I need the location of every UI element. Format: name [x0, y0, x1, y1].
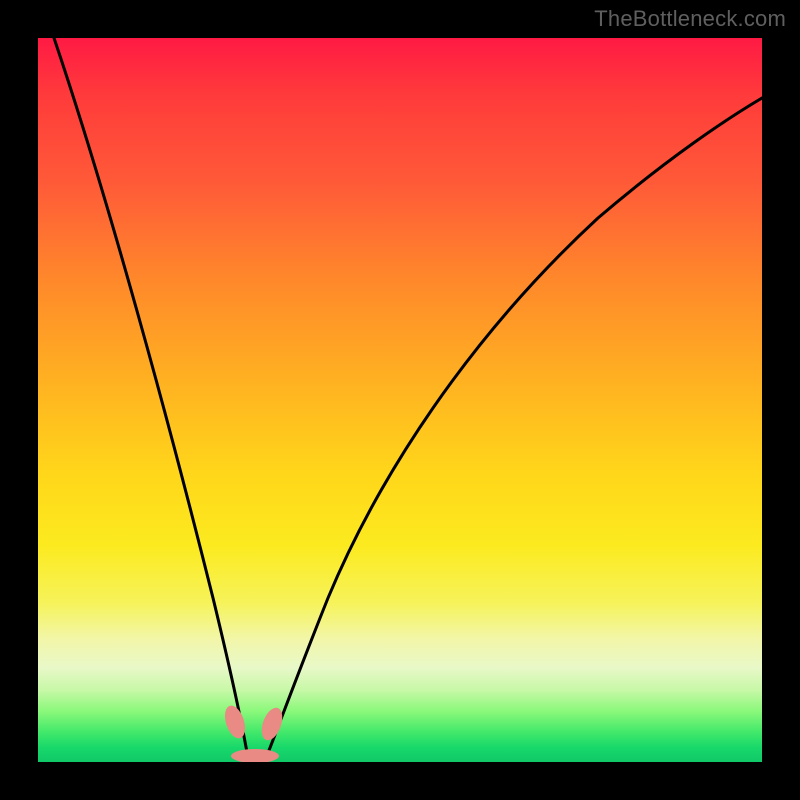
marker-group — [221, 703, 286, 762]
bottom-marker-icon — [231, 749, 279, 762]
right-marker-icon — [258, 705, 287, 743]
curve-right-branch — [266, 98, 762, 758]
chart-frame: TheBottleneck.com — [0, 0, 800, 800]
curve-left-branch — [54, 38, 248, 758]
watermark-text: TheBottleneck.com — [594, 6, 786, 32]
bottleneck-curve — [38, 38, 762, 762]
plot-area — [38, 38, 762, 762]
